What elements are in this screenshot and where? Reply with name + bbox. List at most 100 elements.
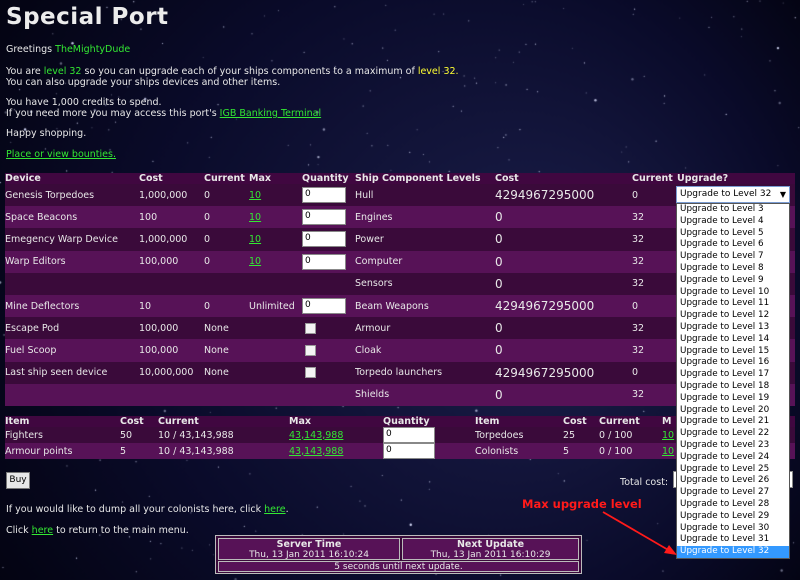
upgrade-option[interactable]: Upgrade to Level 22 xyxy=(677,428,789,440)
buy-button[interactable]: Buy xyxy=(6,472,30,489)
component-name: Hull xyxy=(355,184,495,207)
device-quantity-cell: 0 xyxy=(302,294,355,318)
upgrade-option[interactable]: Upgrade to Level 10 xyxy=(677,287,789,299)
device-checkbox[interactable] xyxy=(305,367,316,379)
device-max-link[interactable]: 10 xyxy=(249,256,261,267)
upgrade-option[interactable]: Upgrade to Level 24 xyxy=(677,452,789,464)
device-quantity-input[interactable]: 0 xyxy=(302,209,346,226)
item2-cost: 5 xyxy=(563,443,599,459)
upgrade-option[interactable]: Upgrade to Level 25 xyxy=(677,464,789,476)
item-max-cell: 43,143,988 xyxy=(289,427,383,443)
annotation-max-upgrade-level: Max upgrade level xyxy=(522,497,642,511)
bounties-link[interactable]: Place or view bounties. xyxy=(6,149,116,160)
header-current: Current xyxy=(204,173,249,184)
device-max-link[interactable]: 10 xyxy=(249,190,261,201)
device-name: Warp Editors xyxy=(5,250,139,273)
device-quantity-cell: 0 xyxy=(302,250,355,273)
upgrade-option[interactable]: Upgrade to Level 27 xyxy=(677,487,789,499)
device-cost: 10,000,000 xyxy=(139,361,204,384)
device-cost: 10 xyxy=(139,294,204,318)
device-max-cell: 10 xyxy=(249,228,302,251)
header-item-2: Item xyxy=(475,416,563,427)
component-name: Computer xyxy=(355,250,495,273)
dump-end: . xyxy=(285,504,289,515)
upgrade-option[interactable]: Upgrade to Level 8 xyxy=(677,263,789,275)
component-current: 32 xyxy=(632,250,677,273)
upgrade-level-dropdown[interactable]: Upgrade to Level 3 Upgrade to Level 4 Upgr… xyxy=(676,203,790,559)
item-name: Armour points xyxy=(5,443,120,459)
upgrade-option[interactable]: Upgrade to Level 9 xyxy=(677,275,789,287)
chevron-down-icon: ▼ xyxy=(779,190,786,199)
next-update-value: Thu, 13 Jan 2011 16:10:29 xyxy=(430,550,551,560)
username: TheMightyDude xyxy=(55,44,131,55)
device-quantity-cell xyxy=(302,361,355,384)
device-cost: 100,000 xyxy=(139,317,204,340)
device-quantity-input[interactable]: 0 xyxy=(302,253,346,270)
device-quantity-cell xyxy=(302,317,355,340)
upgrade-option[interactable]: Upgrade to Level 5 xyxy=(677,228,789,240)
upgrade-level-select[interactable]: Upgrade to Level 32 ▼ xyxy=(676,186,790,203)
igb-banking-link[interactable]: IGB Banking Terminal xyxy=(220,108,321,119)
device-quantity-input[interactable]: 0 xyxy=(302,231,346,248)
upgrade-option[interactable]: Upgrade to Level 14 xyxy=(677,334,789,346)
header-device: Device xyxy=(5,173,139,184)
upgrade-option[interactable]: Upgrade to Level 30 xyxy=(677,523,789,535)
device-max xyxy=(249,383,302,406)
devices-table-header: Device Cost Current Max Quantity Ship Co… xyxy=(5,173,795,184)
item-max-link[interactable]: 43,143,988 xyxy=(289,446,343,457)
component-cost: 0 xyxy=(495,206,632,229)
component-current: 0 xyxy=(632,184,677,207)
upgrade-option[interactable]: Upgrade to Level 13 xyxy=(677,322,789,334)
upgrade-option[interactable]: Upgrade to Level 17 xyxy=(677,369,789,381)
device-checkbox[interactable] xyxy=(305,322,316,334)
upgrade-option[interactable]: Upgrade to Level 11 xyxy=(677,298,789,310)
component-current: 0 xyxy=(632,361,677,384)
device-quantity-input[interactable]: 0 xyxy=(302,187,346,204)
component-cost: 0 xyxy=(495,228,632,251)
device-quantity-input[interactable]: 0 xyxy=(302,298,346,315)
upgrade-option[interactable]: Upgrade to Level 16 xyxy=(677,357,789,369)
upgrade-option[interactable]: Upgrade to Level 7 xyxy=(677,251,789,263)
device-max-link[interactable]: 10 xyxy=(249,234,261,245)
upgrade-option[interactable]: Upgrade to Level 4 xyxy=(677,216,789,228)
item-max-link[interactable]: 43,143,988 xyxy=(289,430,343,441)
item-quantity-input[interactable]: 0 xyxy=(383,443,435,459)
upgrade-option[interactable]: Upgrade to Level 18 xyxy=(677,381,789,393)
item-quantity-input[interactable]: 0 xyxy=(383,427,435,443)
next-update-label: Next Update xyxy=(456,539,525,550)
upgrade-option[interactable]: Upgrade to Level 32 xyxy=(677,546,789,558)
component-name: Beam Weapons xyxy=(355,294,495,318)
device-cost: 100,000 xyxy=(139,250,204,273)
upgrade-option[interactable]: Upgrade to Level 28 xyxy=(677,499,789,511)
item2-name: Torpedoes xyxy=(475,427,563,443)
main-menu-link[interactable]: here xyxy=(32,525,53,536)
component-name: Power xyxy=(355,228,495,251)
upgrade-option[interactable]: Upgrade to Level 3 xyxy=(677,204,789,216)
component-name: Armour xyxy=(355,317,495,340)
device-max-link[interactable]: 10 xyxy=(249,212,261,223)
upgrade-option[interactable]: Upgrade to Level 6 xyxy=(677,239,789,251)
device-checkbox[interactable] xyxy=(305,344,316,356)
component-name: Torpedo launchers xyxy=(355,361,495,384)
upgrade-option[interactable]: Upgrade to Level 26 xyxy=(677,475,789,487)
greeting-line: Greetings TheMightyDude xyxy=(6,44,130,55)
device-name: Space Beacons xyxy=(5,206,139,229)
device-max xyxy=(249,339,302,362)
bank-line: If you need more you may access this por… xyxy=(6,108,321,119)
dump-colonists-link[interactable]: here xyxy=(264,504,285,515)
component-current: 0 xyxy=(632,294,677,318)
player-level: level 32 xyxy=(43,66,82,77)
component-cost: 0 xyxy=(495,317,632,340)
component-name: Engines xyxy=(355,206,495,229)
upgrade-option[interactable]: Upgrade to Level 23 xyxy=(677,440,789,452)
upgrade-option[interactable]: Upgrade to Level 31 xyxy=(677,534,789,546)
upgrade-option[interactable]: Upgrade to Level 20 xyxy=(677,405,789,417)
upgrade-option[interactable]: Upgrade to Level 15 xyxy=(677,346,789,358)
upgrade-option[interactable]: Upgrade to Level 21 xyxy=(677,416,789,428)
upgrade-option[interactable]: Upgrade to Level 19 xyxy=(677,393,789,405)
upgrade-option[interactable]: Upgrade to Level 29 xyxy=(677,511,789,523)
device-quantity-cell xyxy=(302,383,355,406)
upgrade-option[interactable]: Upgrade to Level 12 xyxy=(677,310,789,322)
device-cost xyxy=(139,383,204,406)
device-max-cell: 10 xyxy=(249,250,302,273)
